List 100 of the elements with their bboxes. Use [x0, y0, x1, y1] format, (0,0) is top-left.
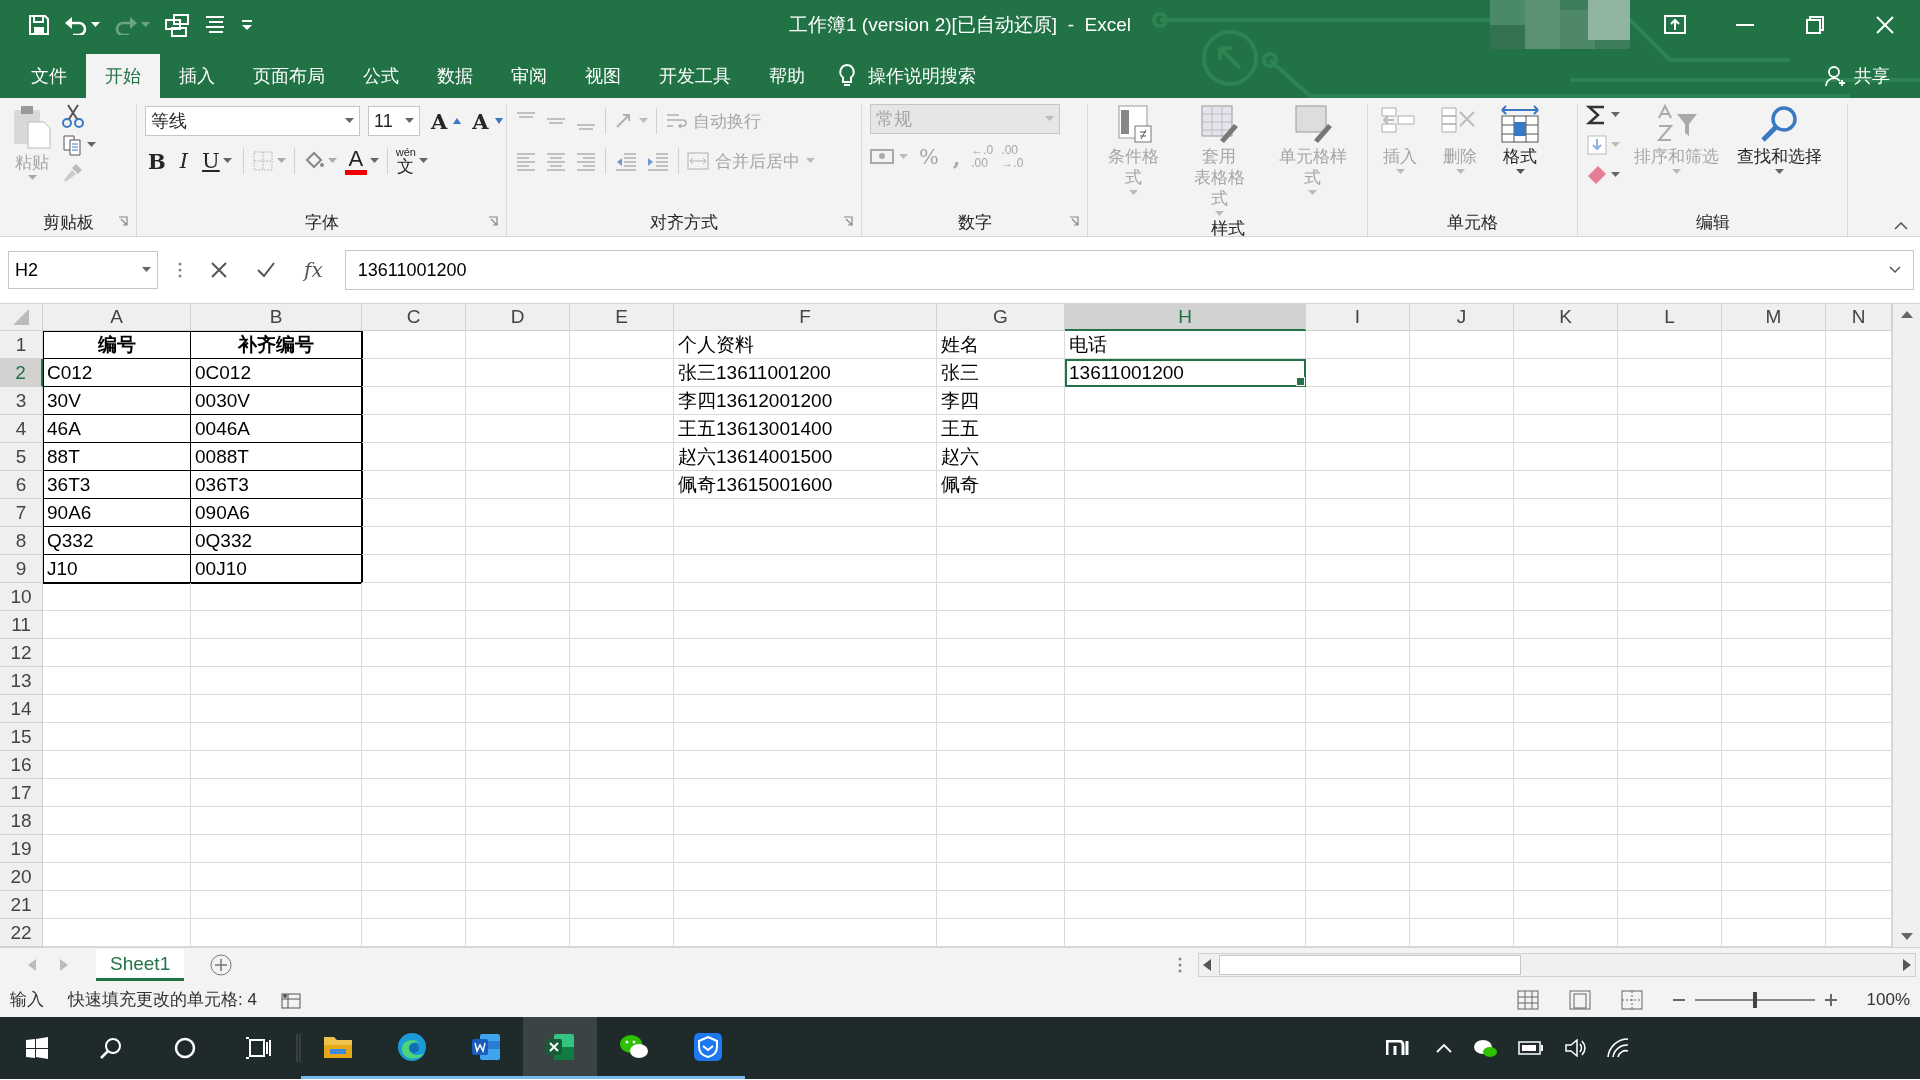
name-box[interactable]: H2 — [8, 251, 158, 289]
table-cell[interactable] — [1514, 387, 1618, 415]
table-cell[interactable] — [1722, 807, 1826, 835]
table-cell[interactable] — [1514, 583, 1618, 611]
table-cell[interactable] — [362, 499, 466, 527]
table-cell[interactable] — [937, 891, 1065, 919]
table-cell[interactable] — [1514, 555, 1618, 583]
table-cell[interactable] — [1065, 499, 1306, 527]
battery-icon[interactable] — [1518, 1041, 1544, 1055]
table-cell[interactable] — [362, 611, 466, 639]
table-cell[interactable] — [43, 751, 191, 779]
table-cell[interactable] — [1722, 415, 1826, 443]
phonetic-button[interactable]: wén 文 — [395, 146, 428, 176]
table-cell[interactable] — [1306, 835, 1410, 863]
table-cell[interactable] — [1306, 639, 1410, 667]
table-cell[interactable] — [466, 555, 570, 583]
grow-font-button[interactable]: A — [428, 108, 462, 134]
table-cell[interactable] — [1722, 583, 1826, 611]
table-cell[interactable] — [1722, 751, 1826, 779]
table-cell[interactable] — [1306, 471, 1410, 499]
table-cell[interactable] — [1514, 499, 1618, 527]
row-header[interactable]: 8 — [0, 527, 43, 555]
table-cell[interactable] — [1306, 695, 1410, 723]
row-header[interactable]: 7 — [0, 499, 43, 527]
table-cell[interactable] — [1306, 387, 1410, 415]
table-cell[interactable] — [1306, 751, 1410, 779]
table-cell[interactable] — [1514, 891, 1618, 919]
column-header[interactable]: H — [1065, 304, 1306, 331]
row-header[interactable]: 9 — [0, 555, 43, 583]
table-cell[interactable] — [1065, 555, 1306, 583]
table-cell[interactable]: 张三 — [937, 359, 1065, 387]
row-header[interactable]: 3 — [0, 387, 43, 415]
table-cell[interactable] — [1065, 723, 1306, 751]
table-cell[interactable] — [1722, 639, 1826, 667]
table-cell[interactable]: 30V — [43, 387, 191, 415]
enter-icon[interactable] — [256, 261, 276, 279]
table-cell[interactable] — [1410, 751, 1514, 779]
table-cell[interactable] — [937, 555, 1065, 583]
dialog-launcher-icon[interactable] — [488, 216, 498, 226]
table-cell[interactable] — [466, 639, 570, 667]
table-cell[interactable] — [1618, 415, 1722, 443]
table-cell[interactable]: 090A6 — [191, 499, 362, 527]
table-cell[interactable] — [674, 527, 937, 555]
table-cell[interactable] — [1618, 891, 1722, 919]
table-cell[interactable] — [43, 723, 191, 751]
table-cell[interactable] — [1410, 359, 1514, 387]
table-cell[interactable] — [570, 387, 674, 415]
table-cell[interactable] — [1618, 471, 1722, 499]
table-cell[interactable] — [1410, 611, 1514, 639]
expand-icon[interactable] — [1889, 266, 1901, 274]
table-cell[interactable] — [1722, 499, 1826, 527]
table-cell[interactable] — [674, 863, 937, 891]
table-cell[interactable] — [1618, 807, 1722, 835]
table-cell[interactable] — [1410, 443, 1514, 471]
table-cell[interactable] — [1065, 779, 1306, 807]
table-cell[interactable] — [1618, 583, 1722, 611]
table-cell[interactable]: 编号 — [43, 331, 191, 359]
table-cell[interactable] — [1410, 835, 1514, 863]
table-cell[interactable] — [1065, 527, 1306, 555]
table-cell[interactable] — [937, 583, 1065, 611]
column-header[interactable]: A — [43, 304, 191, 331]
ribbon-tab[interactable]: 页面布局 — [234, 54, 344, 98]
table-cell[interactable] — [466, 891, 570, 919]
table-cell[interactable] — [570, 499, 674, 527]
table-cell[interactable] — [1410, 415, 1514, 443]
table-cell[interactable] — [570, 863, 674, 891]
table-cell[interactable] — [43, 779, 191, 807]
table-cell[interactable] — [191, 891, 362, 919]
table-cell[interactable] — [1306, 667, 1410, 695]
table-cell[interactable]: 0030V — [191, 387, 362, 415]
column-header[interactable]: C — [362, 304, 466, 331]
table-cell[interactable] — [1618, 667, 1722, 695]
decrease-indent-icon[interactable] — [614, 150, 638, 172]
table-cell[interactable] — [362, 359, 466, 387]
table-cell[interactable] — [1618, 779, 1722, 807]
table-cell[interactable] — [1722, 723, 1826, 751]
table-cell[interactable] — [1514, 527, 1618, 555]
collapse-ribbon-icon[interactable] — [1894, 222, 1908, 230]
tell-me-search[interactable]: 操作说明搜索 — [868, 64, 976, 88]
table-cell[interactable] — [1306, 359, 1410, 387]
bold-button[interactable]: B — [145, 148, 169, 174]
row-header[interactable]: 1 — [0, 331, 43, 359]
dialog-launcher-icon[interactable] — [843, 216, 853, 226]
table-cell[interactable] — [466, 779, 570, 807]
shrink-font-button[interactable]: A — [469, 108, 503, 134]
table-cell[interactable] — [1065, 611, 1306, 639]
column-header[interactable]: E — [570, 304, 674, 331]
column-header[interactable]: I — [1306, 304, 1410, 331]
column-header[interactable]: F — [674, 304, 937, 331]
table-cell[interactable] — [1065, 891, 1306, 919]
table-cell[interactable]: 赵六13614001500 — [674, 443, 937, 471]
table-cell[interactable] — [1410, 471, 1514, 499]
table-cell[interactable] — [570, 359, 674, 387]
table-cell[interactable]: 王五 — [937, 415, 1065, 443]
table-cell[interactable] — [1722, 471, 1826, 499]
table-cell[interactable] — [674, 835, 937, 863]
table-cell[interactable] — [1410, 555, 1514, 583]
table-cell[interactable] — [937, 667, 1065, 695]
row-header[interactable]: 12 — [0, 639, 43, 667]
ribbon-tab[interactable]: 审阅 — [492, 54, 566, 98]
